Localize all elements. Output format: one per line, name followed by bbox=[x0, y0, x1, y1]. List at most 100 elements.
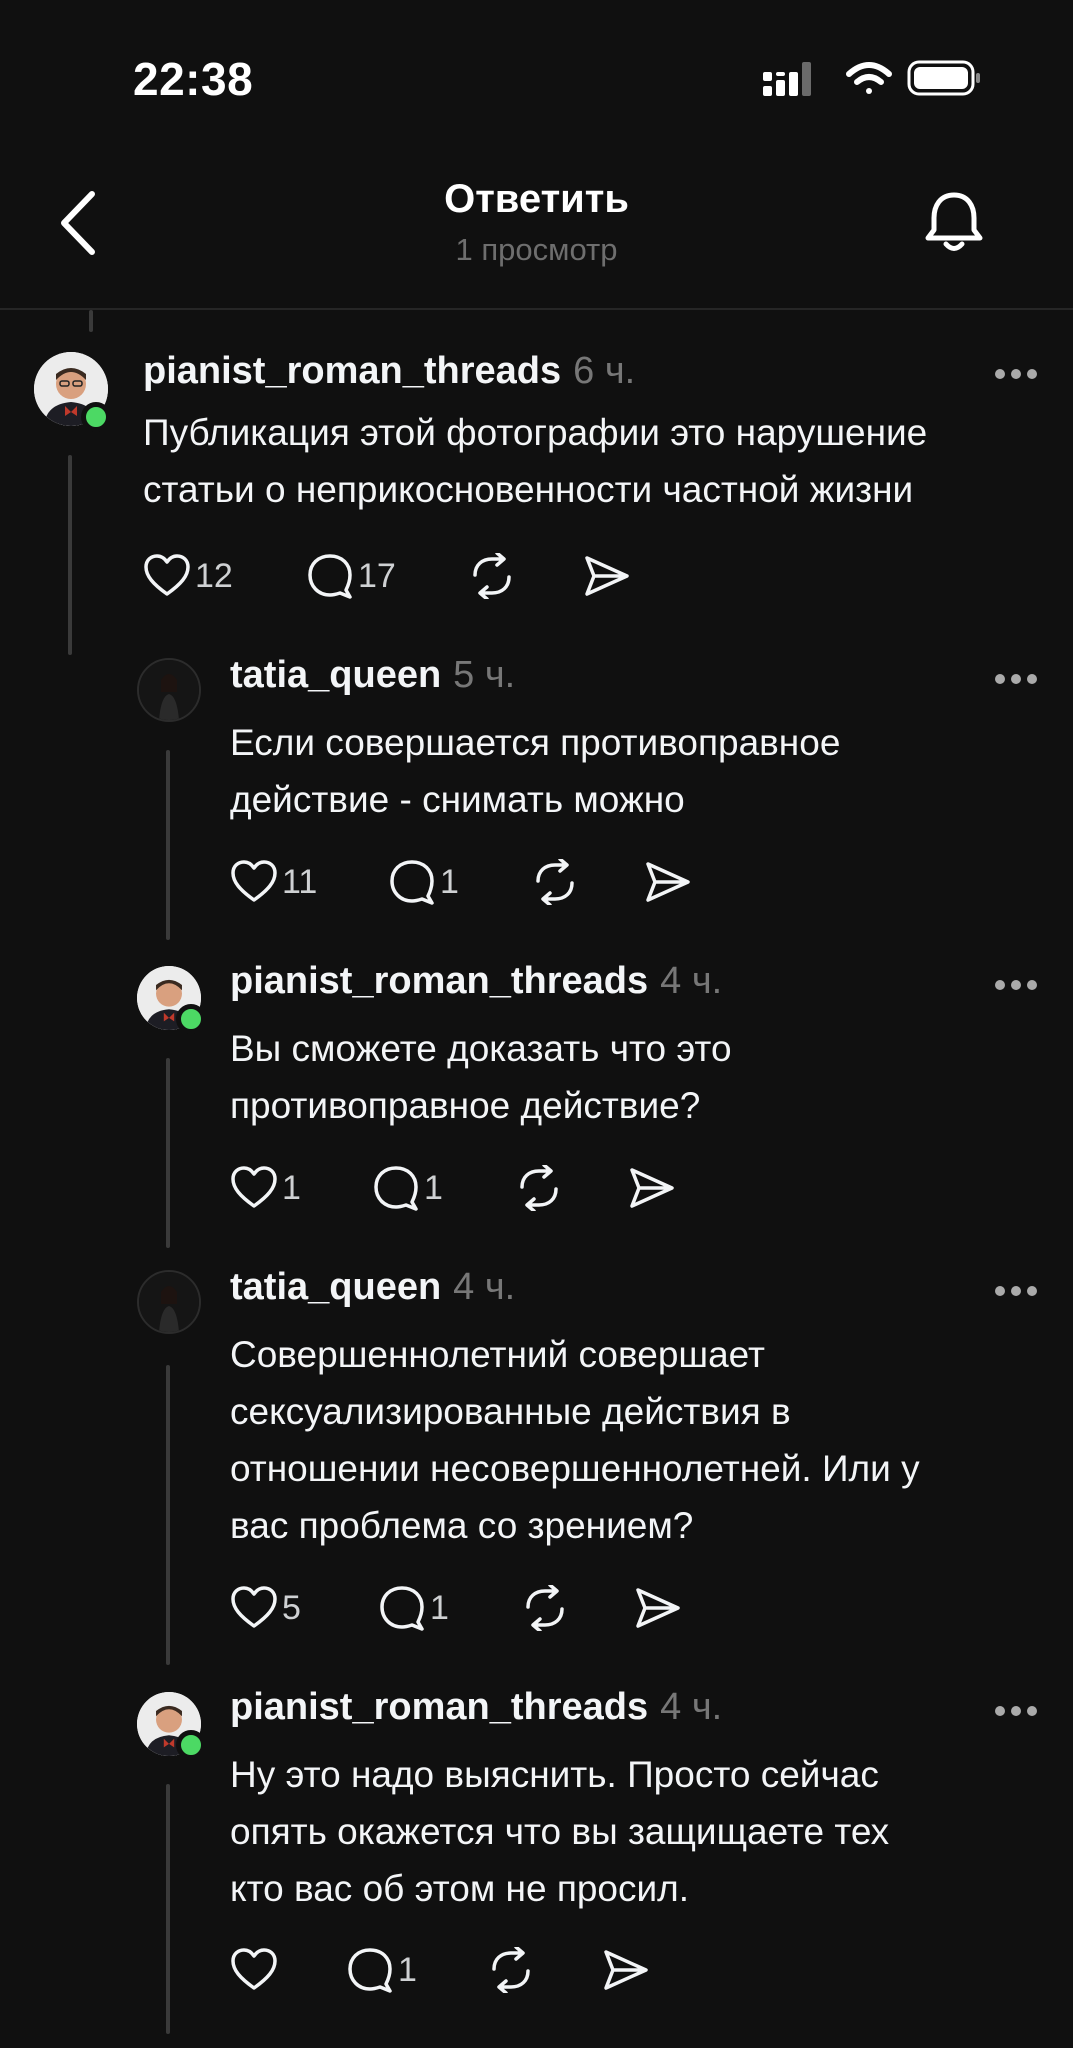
thread-line bbox=[89, 310, 93, 332]
send-icon bbox=[630, 1168, 674, 1208]
post-text: Вы сможете доказать что это противоправн… bbox=[230, 1028, 732, 1126]
send-icon bbox=[636, 1588, 680, 1628]
more-options-button[interactable] bbox=[994, 1704, 1038, 1722]
page-title: Ответить bbox=[444, 177, 629, 221]
share-button[interactable] bbox=[583, 552, 631, 600]
online-status-dot bbox=[176, 1730, 206, 1760]
repost-icon bbox=[473, 553, 511, 599]
reply-button[interactable]: 1 bbox=[372, 1164, 443, 1212]
username-text: tatia_queen bbox=[230, 654, 442, 696]
more-options-button[interactable] bbox=[994, 978, 1038, 996]
share-button[interactable] bbox=[628, 1164, 676, 1212]
user-photo-icon bbox=[139, 660, 199, 720]
username[interactable]: pianist_roman_threads 4 ч. bbox=[230, 1686, 722, 1729]
like-button[interactable] bbox=[230, 1946, 282, 1994]
heart-icon bbox=[231, 1586, 277, 1628]
username-text: pianist_roman_threads bbox=[230, 1686, 649, 1728]
reply-count: 1 bbox=[398, 1950, 417, 1989]
post-time: 5 ч. bbox=[453, 654, 516, 696]
like-count: 1 bbox=[282, 1168, 301, 1207]
heart-icon bbox=[144, 554, 190, 596]
post-time: 6 ч. bbox=[573, 350, 636, 392]
header-divider bbox=[0, 308, 1073, 310]
reply-post: pianist_roman_threads 4 ч. Вы сможете док… bbox=[0, 954, 1073, 1244]
reply-button[interactable]: 17 bbox=[306, 552, 396, 600]
avatar[interactable] bbox=[137, 1270, 201, 1334]
more-icon bbox=[995, 1286, 1037, 1296]
username[interactable]: pianist_roman_threads 4 ч. bbox=[230, 960, 722, 1003]
reply-count: 1 bbox=[440, 862, 459, 901]
repost-button[interactable] bbox=[514, 1164, 564, 1212]
reply-post: tatia_queen 5 ч. Если совершается противо… bbox=[0, 648, 1073, 938]
like-button[interactable]: 12 bbox=[143, 552, 233, 600]
comment-icon bbox=[390, 860, 434, 905]
post-text: Если совершается противоправное действие… bbox=[230, 722, 841, 820]
like-button[interactable]: 1 bbox=[230, 1164, 301, 1212]
repost-button[interactable] bbox=[520, 1584, 570, 1632]
avatar[interactable] bbox=[137, 658, 201, 722]
reply-button[interactable]: 1 bbox=[388, 858, 459, 906]
view-count: 1 просмотр bbox=[455, 232, 618, 267]
comment-icon bbox=[374, 1166, 418, 1211]
comment-icon bbox=[308, 554, 352, 599]
post-time: 4 ч. bbox=[660, 1686, 723, 1728]
post-text: Публикация этой фотографии это нарушение… bbox=[143, 412, 928, 510]
username-text: tatia_queen bbox=[230, 1266, 442, 1308]
username[interactable]: pianist_roman_threads 6 ч. bbox=[143, 350, 635, 393]
send-icon bbox=[646, 862, 690, 902]
post-text: Совершеннолетний совершает сексуализиров… bbox=[230, 1334, 920, 1546]
like-count: 12 bbox=[195, 556, 233, 595]
online-status-dot bbox=[176, 1004, 206, 1034]
status-time: 22:38 bbox=[133, 53, 254, 105]
reply-count: 17 bbox=[358, 556, 396, 595]
more-options-button[interactable] bbox=[994, 1284, 1038, 1302]
bell-icon bbox=[925, 192, 983, 251]
username-text: pianist_roman_threads bbox=[143, 350, 562, 392]
user-photo-icon bbox=[139, 1272, 199, 1332]
like-button[interactable]: 5 bbox=[230, 1584, 301, 1632]
reply-count: 1 bbox=[430, 1588, 449, 1627]
heart-icon bbox=[231, 1166, 277, 1208]
more-options-button[interactable] bbox=[994, 367, 1038, 385]
post: pianist_roman_threads 6 ч. Публикация это… bbox=[0, 340, 1073, 610]
more-icon bbox=[995, 369, 1037, 379]
username[interactable]: tatia_queen 5 ч. bbox=[230, 654, 515, 697]
like-count: 5 bbox=[282, 1588, 301, 1627]
send-icon bbox=[585, 556, 629, 596]
online-status-dot bbox=[81, 402, 111, 432]
reply-button[interactable]: 1 bbox=[346, 1946, 417, 1994]
username[interactable]: tatia_queen 4 ч. bbox=[230, 1266, 515, 1309]
like-count: 11 bbox=[282, 862, 318, 901]
heart-icon bbox=[231, 860, 277, 902]
share-button[interactable] bbox=[602, 1946, 650, 1994]
battery-icon bbox=[907, 60, 980, 96]
repost-icon bbox=[520, 1165, 558, 1211]
comment-icon bbox=[380, 1586, 424, 1631]
status-icons bbox=[763, 58, 983, 100]
comment-icon bbox=[348, 1948, 392, 1993]
wifi-icon bbox=[846, 62, 892, 94]
notifications-button[interactable] bbox=[922, 190, 986, 256]
repost-button[interactable] bbox=[467, 552, 517, 600]
share-button[interactable] bbox=[644, 858, 692, 906]
like-button[interactable]: 11 bbox=[230, 858, 317, 906]
reply-button[interactable]: 1 bbox=[378, 1584, 449, 1632]
post-time: 4 ч. bbox=[660, 960, 723, 1002]
reply-post: tatia_queen 4 ч. Совершеннолетний соверша… bbox=[0, 1260, 1073, 1660]
more-icon bbox=[995, 980, 1037, 990]
share-button[interactable] bbox=[634, 1584, 682, 1632]
post-text: Ну это надо выяснить. Просто сейчас опят… bbox=[230, 1754, 890, 1909]
post-time: 4 ч. bbox=[453, 1266, 516, 1308]
heart-icon bbox=[231, 1948, 277, 1990]
send-icon bbox=[604, 1950, 648, 1990]
reply-count: 1 bbox=[424, 1168, 443, 1207]
repost-icon bbox=[492, 1947, 530, 1993]
cellular-signal-icon bbox=[763, 62, 811, 96]
repost-icon bbox=[526, 1585, 564, 1631]
repost-button[interactable] bbox=[530, 858, 580, 906]
repost-icon bbox=[536, 859, 574, 905]
more-options-button[interactable] bbox=[994, 672, 1038, 690]
repost-button[interactable] bbox=[486, 1946, 536, 1994]
reply-post: pianist_roman_threads 4 ч. Ну это надо вы… bbox=[0, 1680, 1073, 2010]
more-icon bbox=[995, 674, 1037, 684]
